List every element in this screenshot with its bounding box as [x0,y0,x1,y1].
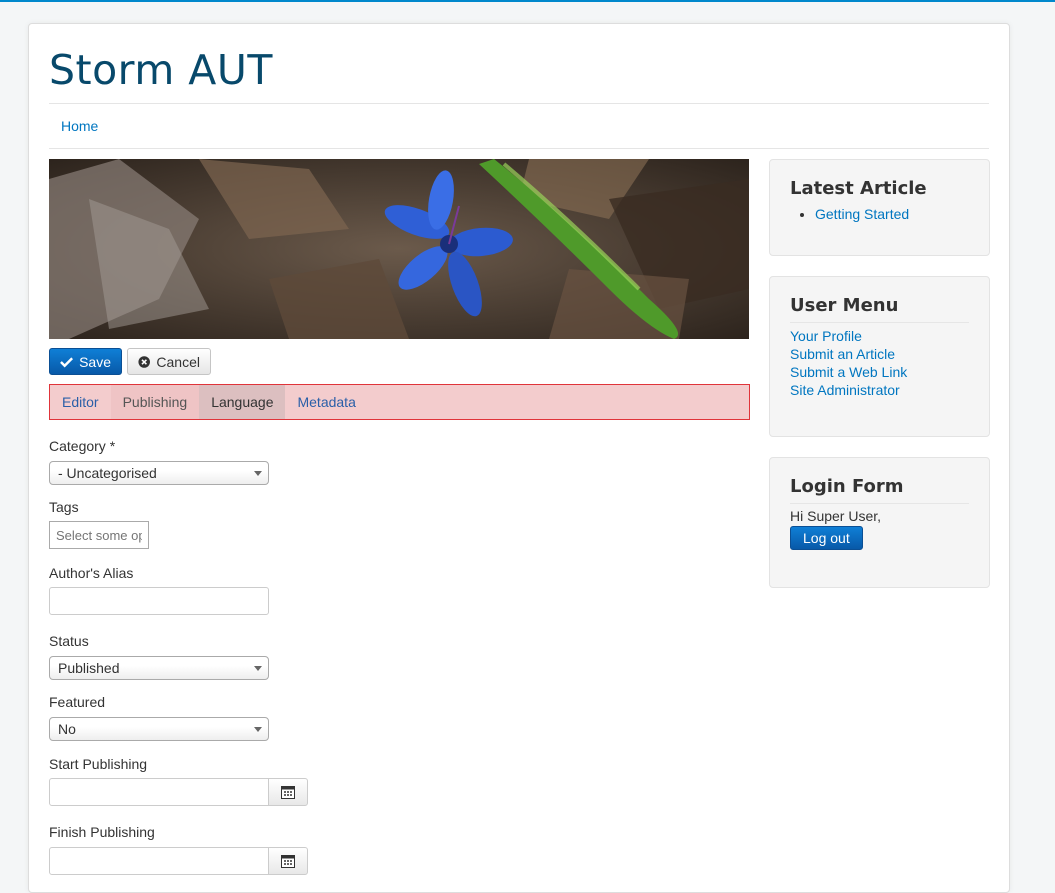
featured-select[interactable]: No [49,717,269,741]
category-value: - Uncategorised [58,465,157,481]
list-item: Getting Started [815,205,969,223]
tags-input[interactable] [49,521,149,549]
calendar-icon [281,854,295,868]
chevron-down-icon [254,727,262,732]
login-form-title: Login Form [790,476,904,497]
featured-label: Featured [49,694,106,710]
tab-editor[interactable]: Editor [50,385,111,419]
divider [790,503,969,504]
start-publishing-label: Start Publishing [49,756,148,772]
cancel-label: Cancel [156,353,200,370]
header-divider [49,103,989,104]
article-link-getting-started[interactable]: Getting Started [815,205,969,223]
logout-button[interactable]: Log out [790,526,863,550]
status-select[interactable]: Published [49,656,269,680]
page-container: Storm AUT Home Save Cancel Editor Publis… [28,23,1010,893]
login-greeting: Hi Super User, [790,508,882,524]
author-alias-input[interactable] [49,587,269,615]
cancel-circle-icon [138,355,150,368]
status-label: Status [49,633,89,649]
chevron-down-icon [254,471,262,476]
tab-language[interactable]: Language [199,385,286,419]
site-title[interactable]: Storm AUT [49,46,273,94]
check-icon [60,356,74,367]
finish-publishing-input[interactable] [49,847,269,875]
banner-image [49,159,749,339]
menu-item-site-administrator[interactable]: Site Administrator [790,381,969,399]
login-form-module: Login Form Hi Super User, Log out [769,457,990,588]
author-alias-label: Author's Alias [49,565,134,581]
save-label: Save [79,353,111,370]
latest-article-list: Getting Started [790,205,969,223]
start-publishing-input[interactable] [49,778,269,806]
save-button[interactable]: Save [49,348,122,375]
cancel-button[interactable]: Cancel [127,348,211,375]
finish-calendar-button[interactable] [268,847,308,875]
user-menu-module: User Menu Your Profile Submit an Article… [769,276,990,437]
nav-home-link[interactable]: Home [61,118,98,134]
menu-item-your-profile[interactable]: Your Profile [790,327,969,345]
featured-value: No [58,721,76,737]
chevron-down-icon [254,666,262,671]
status-value: Published [58,660,120,676]
latest-article-title: Latest Article [790,178,927,199]
menu-item-submit-web-link[interactable]: Submit a Web Link [790,363,969,381]
tab-publishing[interactable]: Publishing [110,385,200,419]
finish-publishing-label: Finish Publishing [49,824,155,840]
tags-label: Tags [49,499,79,515]
edit-tabs: Editor Publishing Language Metadata [49,384,750,420]
calendar-icon [281,785,295,799]
menu-item-submit-article[interactable]: Submit an Article [790,345,969,363]
category-select[interactable]: - Uncategorised [49,461,269,485]
category-label: Category * [49,438,116,454]
nav-divider [49,148,989,149]
latest-article-module: Latest Article Getting Started [769,159,990,256]
start-calendar-button[interactable] [268,778,308,806]
tab-metadata[interactable]: Metadata [285,385,367,419]
divider [790,322,969,323]
user-menu-title: User Menu [790,295,899,316]
